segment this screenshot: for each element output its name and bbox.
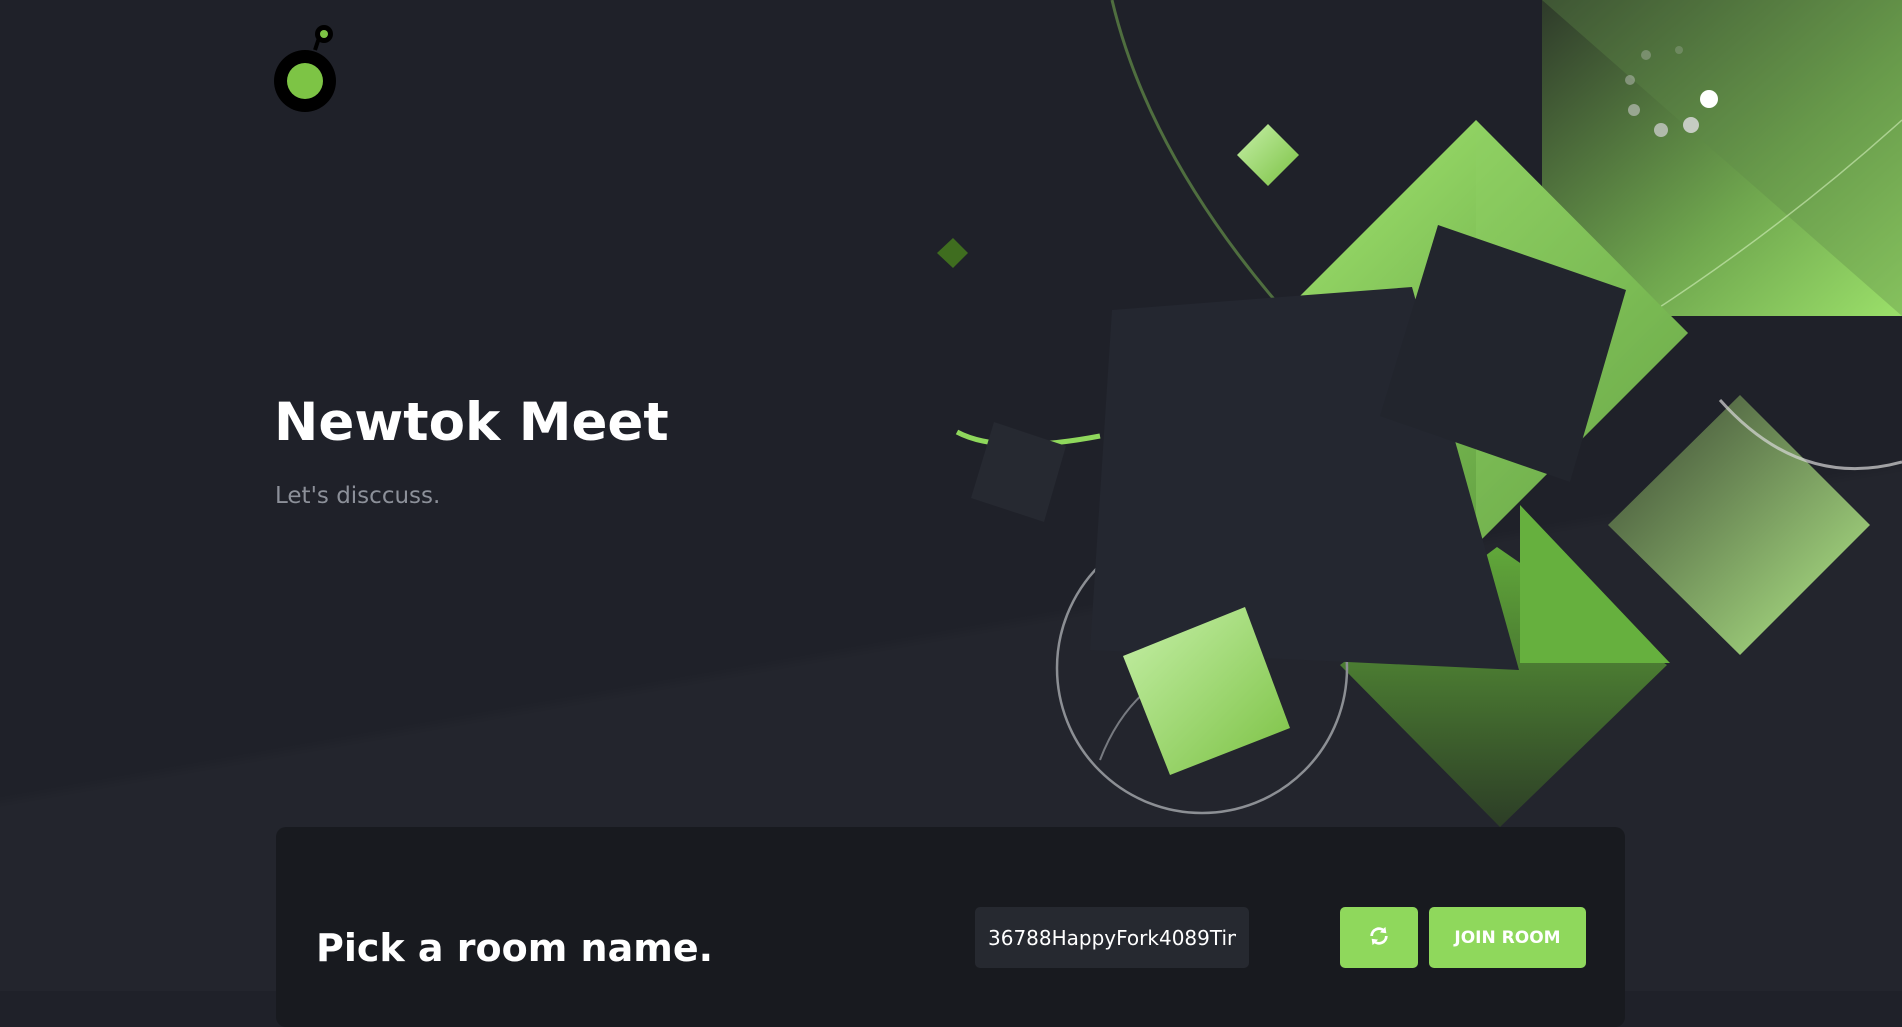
join-room-button[interactable]: JOIN ROOM <box>1429 907 1586 968</box>
room-panel: Pick a room name. JOIN ROOM <box>276 827 1625 1027</box>
page-subtitle: Let's disccuss. <box>275 483 441 509</box>
room-name-input[interactable] <box>975 907 1249 968</box>
room-heading: Pick a room name. <box>316 926 714 970</box>
refresh-room-name-button[interactable] <box>1340 907 1418 968</box>
newtok-logo-icon[interactable] <box>272 20 342 115</box>
refresh-icon <box>1368 925 1390 950</box>
page-title: Newtok Meet <box>274 392 669 453</box>
